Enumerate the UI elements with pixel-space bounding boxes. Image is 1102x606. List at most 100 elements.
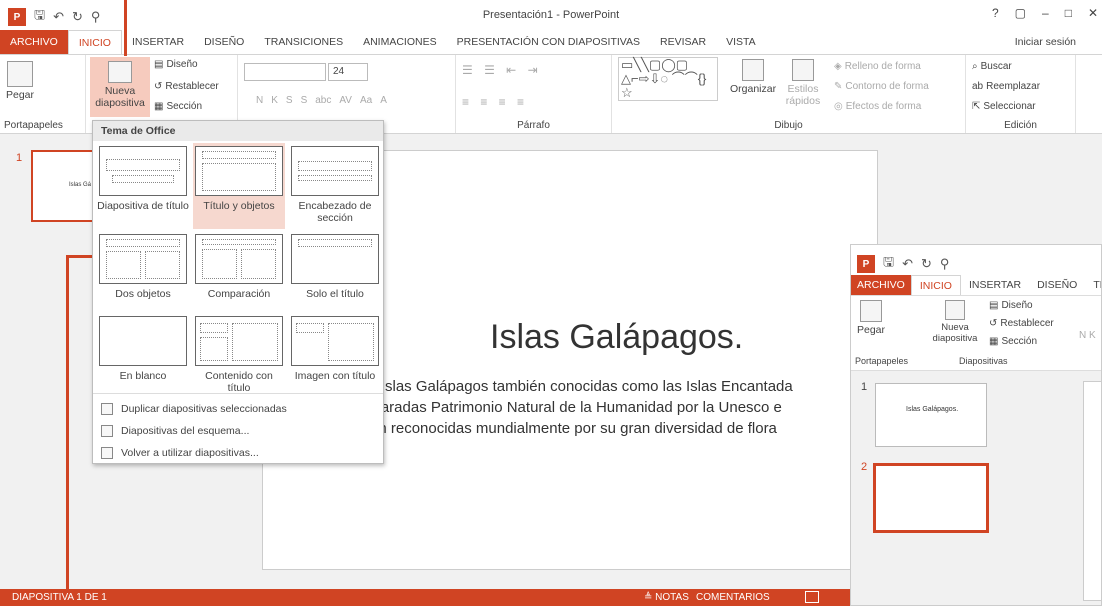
font-color-button[interactable]: A: [380, 95, 387, 106]
clipboard-group: Pegar Portapapeles: [0, 55, 86, 133]
reset-button[interactable]: ↺ Restablecer: [154, 81, 219, 92]
outline-slides-item[interactable]: Diapositivas del esquema...: [101, 425, 249, 437]
underline-button[interactable]: S: [286, 95, 293, 106]
new-slide-label: Nueva diapositiva: [95, 85, 145, 109]
inset-tab-diseno[interactable]: DISEÑO: [1029, 275, 1085, 295]
inset-tab-inicio[interactable]: INICIO: [910, 275, 961, 295]
shape-effects-button[interactable]: ◎ Efectos de forma: [834, 101, 921, 112]
inset-section-button[interactable]: ▦ Sección: [989, 336, 1037, 347]
layout-thumb-imagen-titulo: [291, 316, 379, 366]
layout-thumb-titulo-objetos: [195, 146, 283, 196]
reuse-icon: [101, 447, 113, 459]
tab-presentacion[interactable]: PRESENTACIÓN CON DIAPOSITIVAS: [447, 30, 650, 54]
inset-slide-thumbnail-1[interactable]: Islas Galápagos.: [875, 383, 987, 447]
font-size-field[interactable]: 24: [328, 63, 368, 81]
tab-archivo[interactable]: ARCHIVO: [0, 30, 68, 54]
section-button[interactable]: ▦ Sección: [154, 101, 202, 112]
tab-insertar[interactable]: INSERTAR: [122, 30, 194, 54]
layout-titulo-objetos[interactable]: Título y objetos: [193, 143, 285, 229]
inset-layout-label: Diseño: [1001, 300, 1033, 311]
inset-ribbon: Pegar Nueva diapositiva ▤ Diseño ↺ Restabl…: [851, 295, 1101, 371]
inset-slide-thumbnail-2[interactable]: [873, 463, 989, 533]
close-button[interactable]: ✕: [1088, 6, 1098, 20]
align-buttons-icon[interactable]: ≡ ≡ ≡ ≡: [462, 95, 528, 109]
slide-title-text[interactable]: Islas Galápagos.: [490, 318, 743, 357]
inset-new-slide-label: Nueva diapositiva: [932, 322, 978, 344]
layout-button[interactable]: ▤ Diseño: [154, 59, 198, 70]
slide-body-text[interactable]: s islas Galápagos también conocidas como…: [370, 376, 850, 439]
drawing-group: ▭╲╲▢◯▢ △⌐⇨⇩◌ ⌒⌒{}☆ Organizar Estilos ráp…: [612, 55, 966, 133]
layout-dos-objetos[interactable]: Dos objetos: [97, 231, 189, 317]
strikethrough-button[interactable]: S: [301, 95, 308, 106]
layout-thumb-contenido-titulo: [195, 316, 283, 366]
signin-link[interactable]: Iniciar sesión: [1015, 36, 1076, 48]
char-spacing-button[interactable]: AV: [339, 95, 352, 106]
inset-thumb2-number: 2: [861, 461, 868, 473]
inset-undo-icon[interactable]: ↶: [902, 256, 913, 272]
layout-solo-titulo[interactable]: Solo el título: [289, 231, 381, 317]
maximize-button[interactable]: □: [1065, 6, 1072, 20]
shape-outline-button[interactable]: ✎ Contorno de forma: [834, 81, 929, 92]
layout-comparacion[interactable]: Comparación: [193, 231, 285, 317]
new-slide-dropdown: Tema de Office Diapositiva de título Tít…: [92, 120, 384, 464]
clipboard-group-label: Portapapeles: [4, 120, 63, 131]
inset-slides-label: Diapositivas: [959, 356, 1008, 366]
comments-button[interactable]: COMENTARIOS: [696, 592, 770, 603]
inset-tab-archivo[interactable]: ARCHIVO: [851, 275, 911, 295]
replace-button[interactable]: ab Reemplazar: [972, 81, 1040, 92]
tab-transiciones[interactable]: TRANSICIONES: [254, 30, 353, 54]
inset-redo-icon[interactable]: ↻: [921, 256, 932, 272]
quick-styles-button[interactable]: Estilos rápidos: [780, 59, 826, 107]
italic-button[interactable]: K: [271, 95, 278, 106]
help-button[interactable]: ?: [992, 6, 999, 20]
layout-thumb-dos-objetos: [99, 234, 187, 284]
select-button[interactable]: ⇱ Seleccionar: [972, 101, 1036, 112]
arrange-button[interactable]: Organizar: [730, 59, 776, 95]
outline-icon: [101, 425, 113, 437]
layout-contenido-titulo[interactable]: Contenido con título: [193, 313, 285, 399]
reuse-slides-item[interactable]: Volver a utilizar diapositivas...: [101, 447, 259, 459]
inset-paste-button[interactable]: Pegar: [857, 300, 885, 336]
inset-customize-icon[interactable]: ⚲: [940, 256, 950, 272]
bold-button[interactable]: N: [256, 95, 263, 106]
tab-revisar[interactable]: REVISAR: [650, 30, 716, 54]
find-button[interactable]: ⌕ Buscar: [972, 61, 1012, 72]
duplicate-slides-item[interactable]: Duplicar diapositivas seleccionadas: [101, 403, 287, 415]
slide-thumbnail-1[interactable]: Islas Gá: [31, 150, 101, 222]
shape-fill-button[interactable]: ◈ Relleno de forma: [834, 61, 921, 72]
inset-tab-tra[interactable]: TRA: [1085, 275, 1101, 295]
outline-slides-label: Diapositivas del esquema...: [121, 425, 250, 437]
layout-thumb-titulo: [99, 146, 187, 196]
layout-en-blanco[interactable]: En blanco: [97, 313, 189, 399]
inset-reset-button[interactable]: ↺ Restablecer: [989, 318, 1054, 329]
tab-animaciones[interactable]: ANIMACIONES: [353, 30, 447, 54]
reuse-slides-label: Volver a utilizar diapositivas...: [121, 447, 259, 459]
tab-diseno[interactable]: DISEÑO: [194, 30, 254, 54]
font-name-field[interactable]: [244, 63, 326, 81]
inset-save-icon[interactable]: 🖫: [883, 253, 894, 275]
ribbon-display-button[interactable]: ▢: [1015, 6, 1026, 20]
minimize-button[interactable]: –: [1042, 6, 1049, 20]
new-slide-button[interactable]: Nueva diapositiva: [90, 57, 150, 117]
layout-titulo[interactable]: Diapositiva de título: [97, 143, 189, 229]
new-slide-icon: [108, 61, 132, 83]
normal-view-icon[interactable]: [805, 591, 819, 603]
shadow-button[interactable]: abc: [315, 95, 331, 106]
tab-inicio[interactable]: INICIO: [67, 30, 122, 54]
layout-encabezado[interactable]: Encabezado de sección: [289, 143, 381, 229]
inset-title-bar: P 🖫 ↶ ↻ ⚲: [851, 245, 1101, 275]
find-label: Buscar: [980, 61, 1012, 72]
inset-tab-insertar[interactable]: INSERTAR: [961, 275, 1029, 295]
layout-imagen-titulo[interactable]: Imagen con título: [289, 313, 381, 399]
shapes-gallery-icon[interactable]: ▭╲╲▢◯▢ △⌐⇨⇩◌ ⌒⌒{}☆: [618, 57, 718, 101]
change-case-button[interactable]: Aa: [360, 95, 372, 106]
list-buttons-icon[interactable]: ☰ ☰ ⇤ ⇥: [462, 63, 542, 77]
notes-button[interactable]: ≜ NOTAS: [644, 592, 689, 603]
inset-layout-button[interactable]: ▤ Diseño: [989, 300, 1033, 311]
paste-icon: [7, 61, 34, 87]
tab-vista[interactable]: VISTA: [716, 30, 766, 54]
layout-label: Contenido con título: [205, 370, 273, 394]
paste-button[interactable]: Pegar: [6, 61, 34, 101]
inset-new-slide-button[interactable]: Nueva diapositiva: [927, 300, 983, 344]
annotation-line-top: [124, 0, 127, 56]
